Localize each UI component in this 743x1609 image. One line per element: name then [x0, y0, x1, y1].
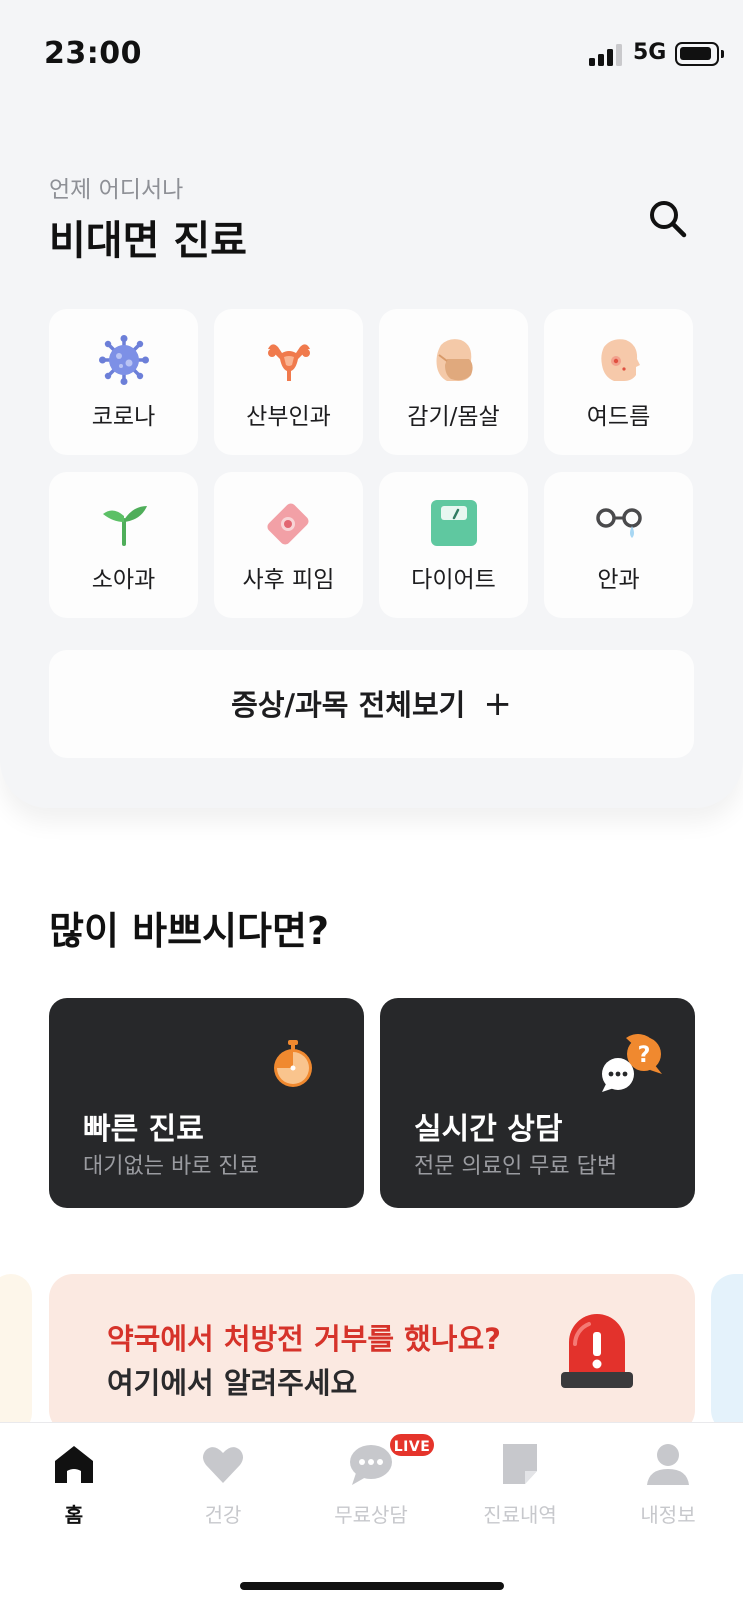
view-all-label: 증상/과목 전체보기 — [231, 688, 466, 722]
virus-icon — [99, 335, 149, 385]
page-title: 비대면 진료 — [49, 218, 247, 264]
chat-question-icon: ? — [602, 1034, 662, 1092]
scale-icon — [431, 500, 477, 546]
category-label: 산부인과 — [246, 404, 331, 430]
nav-label: 건강 — [204, 1503, 242, 1527]
battery-icon — [675, 42, 724, 66]
banner-headline: 약국에서 처방전 거부를 했나요? — [107, 1322, 501, 1356]
category-label: 코로나 — [91, 404, 156, 430]
nav-home[interactable]: 홈 — [14, 1441, 134, 1528]
category-covid[interactable]: 코로나 — [49, 309, 198, 455]
card-title: 실시간 상담 — [414, 1112, 563, 1147]
card-title: 빠른 진료 — [83, 1112, 204, 1147]
category-diet[interactable]: 다이어트 — [379, 472, 528, 618]
person-icon — [647, 1444, 689, 1485]
heart-icon — [203, 1447, 243, 1483]
siren-icon — [561, 1314, 633, 1388]
stopwatch-icon — [274, 1040, 312, 1087]
category-label: 사후 피임 — [242, 567, 335, 593]
mask-face-icon — [436, 339, 473, 381]
nav-my-info[interactable]: 내정보 — [608, 1441, 728, 1528]
glasses-icon — [596, 508, 642, 538]
nav-label: 무료상담 — [334, 1503, 408, 1527]
category-contraception[interactable]: 사후 피임 — [214, 472, 363, 618]
card-subtitle: 대기없는 바로 진료 — [83, 1154, 259, 1179]
category-label: 감기/몸살 — [407, 404, 500, 430]
sprout-icon — [103, 506, 147, 546]
search-icon[interactable] — [645, 196, 691, 242]
live-badge: LIVE — [388, 1432, 436, 1458]
acne-face-icon — [601, 339, 640, 381]
category-pediatrics[interactable]: 소아과 — [49, 472, 198, 618]
signal-icon — [589, 44, 625, 66]
category-ophthalmology[interactable]: 안과 — [544, 472, 693, 618]
category-label: 소아과 — [91, 567, 156, 593]
card-subtitle: 전문 의료인 무료 답변 — [414, 1154, 618, 1179]
category-acne[interactable]: 여드름 — [544, 309, 693, 455]
nav-history[interactable]: 진료내역 — [460, 1441, 580, 1528]
nav-label: 내정보 — [640, 1503, 696, 1527]
status-bar: 23:00 5G — [0, 0, 743, 108]
banner-subline: 여기에서 알려주세요 — [107, 1366, 358, 1400]
plus-icon: + — [483, 684, 512, 724]
network-type: 5G — [633, 40, 667, 65]
nav-label: 홈 — [64, 1503, 84, 1527]
chat-bubble-icon — [350, 1445, 392, 1485]
banner-prev-peek[interactable] — [0, 1274, 32, 1434]
category-label: 안과 — [597, 567, 640, 593]
nav-health[interactable]: 건강 — [163, 1441, 283, 1528]
prescription-refusal-banner[interactable]: 약국에서 처방전 거부를 했나요? 여기에서 알려주세요 — [49, 1274, 695, 1434]
nav-label: 진료내역 — [483, 1503, 557, 1527]
category-label: 다이어트 — [411, 567, 496, 593]
top-panel: 23:00 5G 언제 어디서나 비대면 진료 코로나 산부인과 감기/몸살 여… — [0, 0, 743, 808]
banner-next-peek[interactable] — [711, 1274, 743, 1434]
live-consult-card[interactable]: ? 실시간 상담 전문 의료인 무료 답변 — [380, 998, 695, 1208]
status-time: 23:00 — [44, 36, 142, 71]
svg-text:?: ? — [638, 1043, 651, 1068]
pill-pack-icon — [267, 503, 309, 545]
bottom-nav: 홈 건강 무료상담 진료내역 내정보 — [0, 1422, 743, 1609]
category-cold[interactable]: 감기/몸살 — [379, 309, 528, 455]
quick-care-card[interactable]: 빠른 진료 대기없는 바로 진료 — [49, 998, 364, 1208]
page-subtitle: 언제 어디서나 — [49, 177, 184, 203]
view-all-button[interactable]: 증상/과목 전체보기 + — [49, 650, 694, 758]
home-icon — [55, 1446, 93, 1483]
category-obgyn[interactable]: 산부인과 — [214, 309, 363, 455]
document-icon — [503, 1444, 537, 1484]
uterus-icon — [268, 344, 310, 381]
home-indicator[interactable] — [240, 1582, 504, 1590]
category-label: 여드름 — [586, 404, 651, 430]
section-title: 많이 바쁘시다면? — [49, 909, 329, 953]
